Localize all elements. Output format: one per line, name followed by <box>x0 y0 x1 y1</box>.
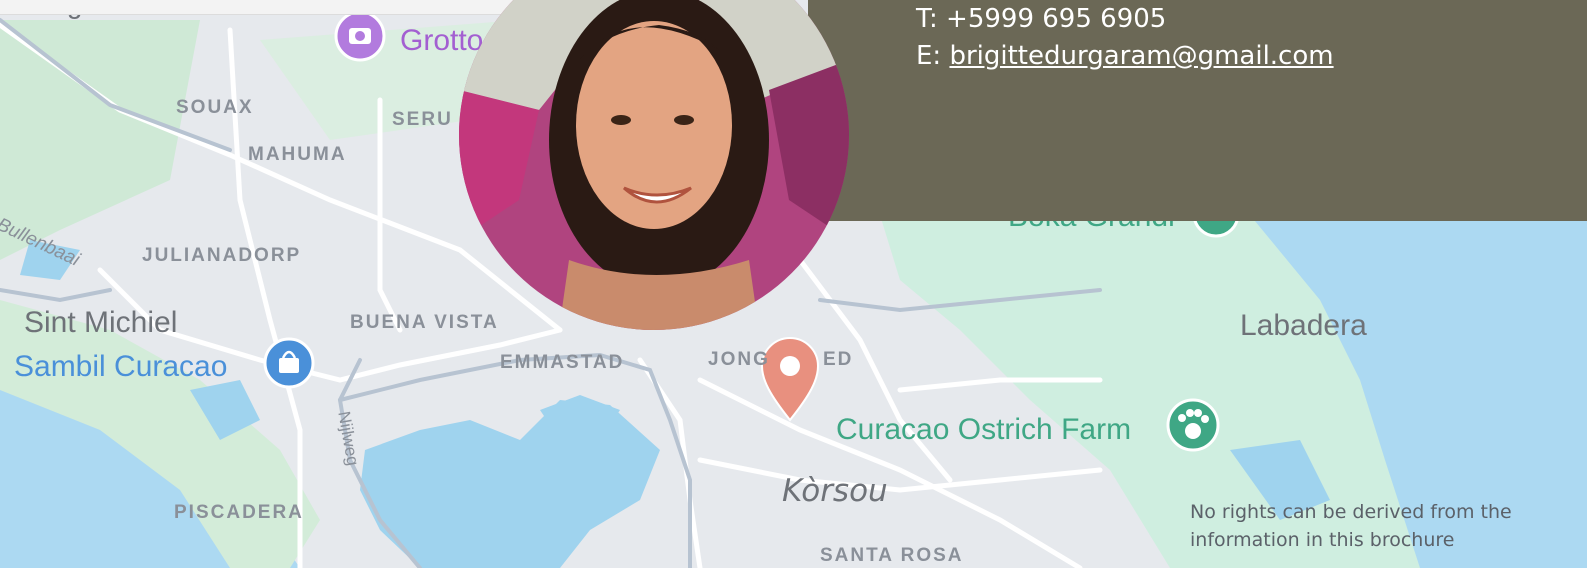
place-label-piscadera: PISCADERA <box>174 502 304 523</box>
disclaimer-line-1: No rights can be derived from the <box>1190 501 1512 523</box>
place-label-emmastad: EMMASTAD <box>500 352 625 373</box>
contact-email-line: E: brigittedurgaram@gmail.com <box>916 41 1334 71</box>
place-label-jongbloed-end: ED <box>823 349 854 370</box>
poi-label-sambil[interactable]: Sambil Curacao <box>14 352 227 382</box>
place-label-sint-michiel: Sint Michiel <box>24 306 178 339</box>
place-label-jongbloed-start: JONG <box>708 349 770 370</box>
top-strip <box>0 0 520 15</box>
place-label-julianadorp: JULIANADORP <box>142 245 302 266</box>
camera-icon[interactable] <box>334 10 386 62</box>
place-label-labadera: Labadera <box>1240 309 1367 342</box>
place-label-souax: SOUAX <box>176 97 254 118</box>
place-label-seru: SERU <box>392 109 453 130</box>
contact-email-prefix: E: <box>916 41 950 71</box>
contact-email-link[interactable]: brigittedurgaram@gmail.com <box>949 41 1333 71</box>
disclaimer-text: No rights can be derived from the inform… <box>1190 498 1550 554</box>
contact-phone: T: +5999 695 6905 <box>916 4 1167 34</box>
place-label-buena-vista: BUENA VISTA <box>350 312 499 333</box>
paw-icon[interactable] <box>1166 398 1220 452</box>
shopping-bag-icon[interactable] <box>263 337 315 389</box>
place-label-santa-rosa: SANTA ROSA <box>820 545 964 566</box>
place-label-mahuma: MAHUMA <box>248 144 347 165</box>
poi-label-grotto[interactable]: Grotto <box>400 26 483 56</box>
place-label-korsou: Kòrsou <box>782 473 888 509</box>
poi-label-ostrich-farm[interactable]: Curacao Ostrich Farm <box>836 415 1131 445</box>
disclaimer-line-2: information in this brochure <box>1190 529 1455 551</box>
